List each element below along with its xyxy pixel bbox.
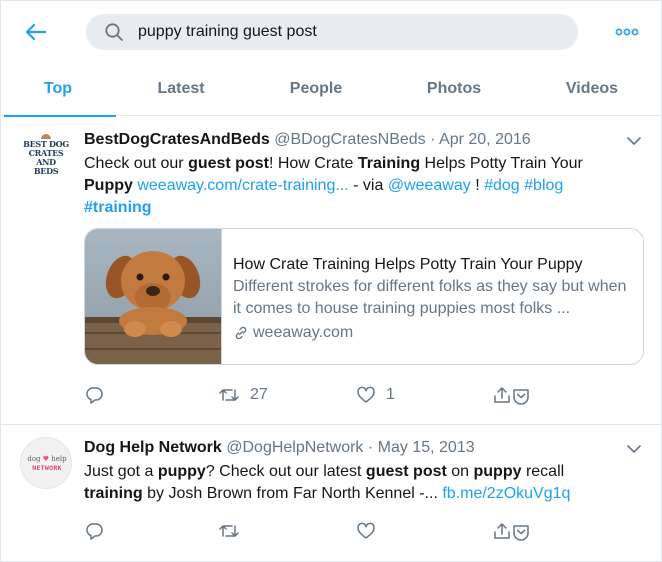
author-handle[interactable]: @DogHelpNetwork <box>226 439 363 456</box>
like-button[interactable] <box>356 519 376 543</box>
reply-icon <box>86 523 103 540</box>
tweet-header: BestDogCratesAndBeds @BDogCratesNBeds · … <box>84 131 531 149</box>
hashtag-link[interactable]: #dog <box>484 177 520 194</box>
reply-button[interactable] <box>84 519 104 543</box>
tweet[interactable]: dog ♥ help NETWORK Dog Help Network @Dog… <box>0 425 662 562</box>
dog-help-network-logo: dog ♥ help NETWORK <box>27 455 67 472</box>
tweet-actions <box>84 519 544 543</box>
retweet-button[interactable]: 27 <box>218 383 268 407</box>
search-icon <box>104 22 124 42</box>
tab-videos[interactable]: Videos <box>522 64 662 116</box>
more-options-button[interactable] <box>612 20 642 44</box>
share-button[interactable] <box>492 519 532 543</box>
separator-dot: · <box>367 439 374 456</box>
share-icon <box>494 387 529 405</box>
hashtag-link[interactable]: #blog <box>524 177 563 194</box>
tweet-link[interactable]: weeaway.com/crate-training... <box>137 177 348 194</box>
author-handle[interactable]: @BDogCratesNBeds <box>274 131 425 148</box>
tweet-header: Dog Help Network @DogHelpNetwork · May 1… <box>84 439 475 457</box>
mention-link[interactable]: @weeaway <box>388 177 471 194</box>
heart-icon <box>357 522 375 539</box>
like-button[interactable]: 1 <box>356 383 395 407</box>
link-preview-card[interactable]: How Crate Training Helps Potty Train You… <box>84 228 644 365</box>
search-header <box>0 0 662 64</box>
card-domain: weeaway.com <box>233 322 635 344</box>
link-icon <box>233 325 249 341</box>
search-input[interactable] <box>138 23 558 41</box>
puppy-photo <box>85 229 222 364</box>
like-count: 1 <box>386 386 395 403</box>
separator-dot: · <box>430 131 436 148</box>
share-icon <box>494 523 529 541</box>
retweet-button[interactable] <box>218 519 240 543</box>
share-button[interactable] <box>492 383 532 407</box>
tweet-text: Just got a puppy? Check out our latest g… <box>84 463 571 502</box>
search-box[interactable] <box>86 14 578 50</box>
reply-button[interactable] <box>84 383 104 407</box>
more-horizontal-icon <box>615 28 639 36</box>
card-description: Different strokes for different folks as… <box>233 278 627 317</box>
tweet-actions: 27 1 <box>84 383 544 407</box>
back-button[interactable] <box>22 18 50 46</box>
best-dog-crates-logo: BEST DOG CRATES AND BEDS <box>20 129 72 181</box>
tab-people[interactable]: People <box>246 64 386 116</box>
search-tabs: Top Latest People Photos Videos <box>0 64 662 117</box>
tweet-link[interactable]: fb.me/2zOkuVg1q <box>442 485 570 502</box>
tweet-date[interactable]: Apr 20, 2016 <box>439 131 531 148</box>
tab-photos[interactable]: Photos <box>386 64 522 116</box>
card-title: How Crate Training Helps Potty Train You… <box>233 256 583 273</box>
tab-top[interactable]: Top <box>0 64 116 117</box>
avatar[interactable]: BEST DOG CRATES AND BEDS <box>20 129 72 181</box>
tweet-text: Check out our guest post! How Crate Trai… <box>84 155 583 216</box>
chevron-down-icon[interactable] <box>626 443 642 455</box>
retweet-icon <box>219 389 239 401</box>
tweet[interactable]: BEST DOG CRATES AND BEDS BestDogCratesAn… <box>0 117 662 425</box>
hashtag-link[interactable]: #training <box>84 199 152 216</box>
heart-icon <box>357 386 375 403</box>
retweet-icon <box>219 525 239 537</box>
avatar[interactable]: dog ♥ help NETWORK <box>20 437 72 489</box>
author-name[interactable]: BestDogCratesAndBeds <box>84 131 270 148</box>
reply-icon <box>86 387 103 404</box>
chevron-down-icon[interactable] <box>626 135 642 147</box>
card-body: How Crate Training Helps Potty Train You… <box>233 254 635 344</box>
author-name[interactable]: Dog Help Network <box>84 439 222 456</box>
tweet-date[interactable]: May 15, 2013 <box>378 439 475 456</box>
tab-latest[interactable]: Latest <box>116 64 246 116</box>
arrow-left-icon <box>25 23 47 41</box>
retweet-count: 27 <box>250 386 268 403</box>
